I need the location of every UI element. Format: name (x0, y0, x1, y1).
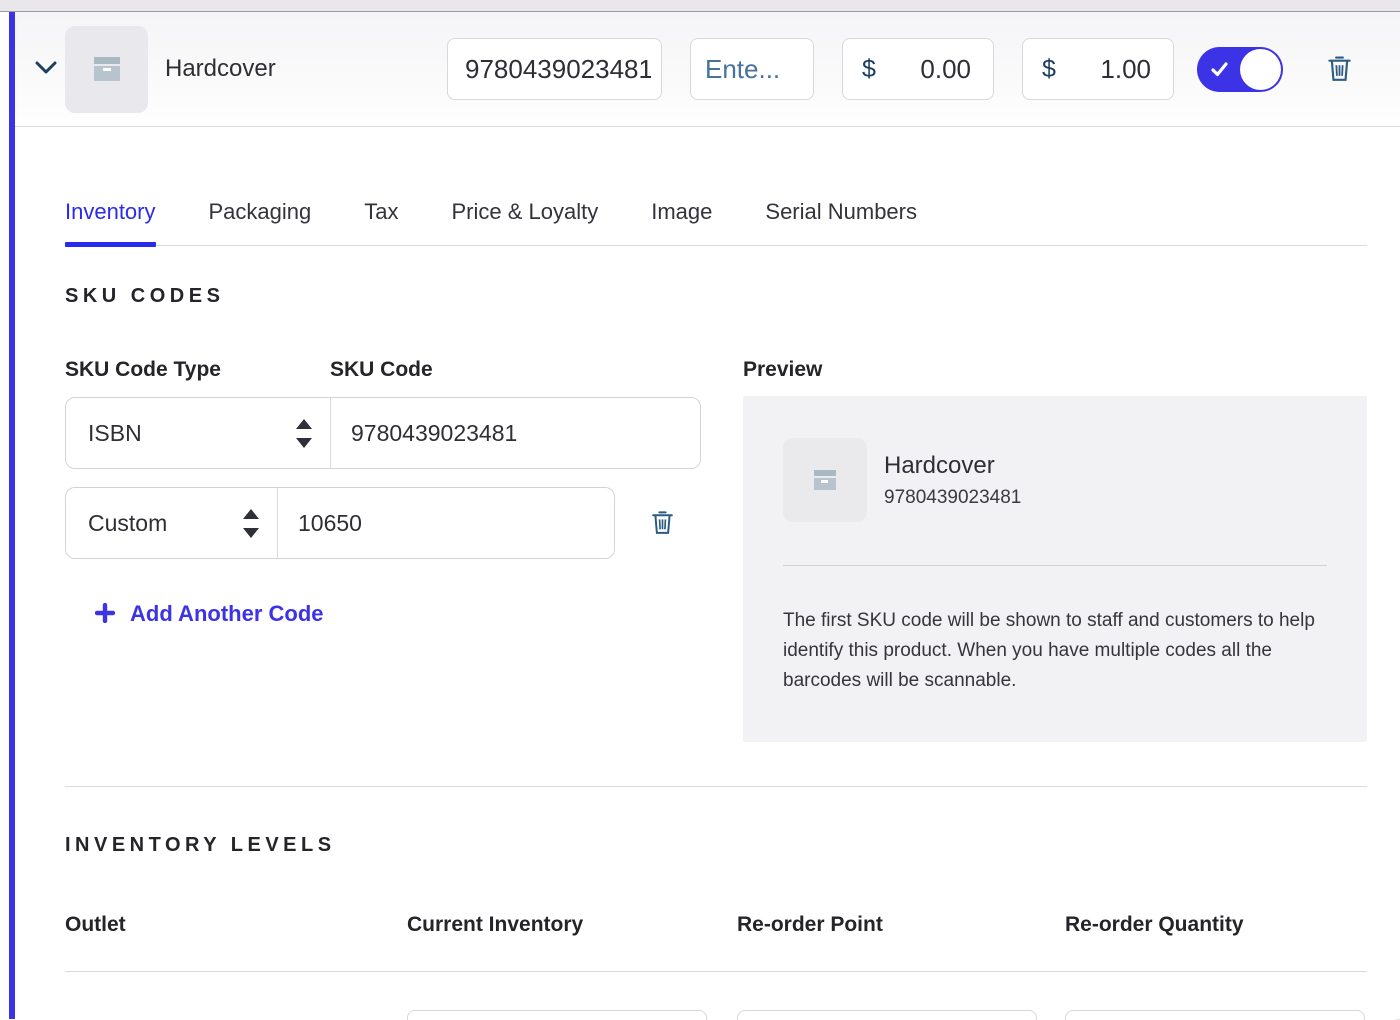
supply-price-value: 0.00 (920, 54, 971, 85)
variant-name: Hardcover (165, 55, 276, 83)
supplier-code-input[interactable] (690, 38, 814, 100)
inventory-header-divider (65, 971, 1367, 972)
product-edit-page: Hardcover $ 0.00 $ 1.00 (9, 12, 1400, 1019)
currency-symbol: $ (862, 55, 876, 84)
chevron-down-icon (35, 61, 57, 78)
plus-icon (95, 603, 115, 626)
inventory-levels-heading: INVENTORY LEVELS (65, 834, 1367, 857)
toggle-knob (1240, 49, 1281, 90)
section-divider (65, 786, 1367, 787)
sku-code-input[interactable] (331, 398, 700, 468)
variant-sku-input[interactable] (447, 38, 662, 100)
sku-codes-editor: SKU Code Type SKU Code ISBN (65, 308, 701, 742)
supply-price-input[interactable]: $ 0.00 (842, 38, 994, 100)
sku-preview-column: Preview Hardcover 9780439023481 (743, 308, 1367, 742)
retail-price-value: 1.00 (1100, 54, 1151, 85)
variant-header-row: Hardcover $ 0.00 $ 1.00 (15, 12, 1400, 127)
sku-code-input[interactable] (278, 488, 614, 558)
variant-tabs: Inventory Packaging Tax Price & Loyalty … (65, 173, 1367, 246)
collapse-variant-button[interactable] (29, 52, 63, 86)
add-another-code-button[interactable]: Add Another Code (95, 601, 324, 627)
sku-code-label: SKU Code (330, 358, 433, 382)
preview-product-title: Hardcover (884, 452, 1021, 480)
up-down-arrows-icon (296, 419, 312, 448)
sku-preview-panel: Hardcover 9780439023481 The first SKU co… (743, 396, 1367, 742)
reorder-quantity-input[interactable] (1065, 1010, 1365, 1020)
preview-description: The first SKU code will be shown to staf… (783, 606, 1327, 696)
sku-type-value: ISBN (88, 420, 142, 447)
sku-code-row: ISBN (65, 397, 701, 469)
outlet-column-header: Outlet (65, 913, 407, 937)
trash-icon (1327, 54, 1352, 85)
delete-sku-code-button[interactable] (651, 509, 674, 538)
sku-type-select[interactable]: Custom (66, 488, 278, 558)
check-icon (1210, 60, 1229, 79)
sku-code-type-label: SKU Code Type (65, 358, 330, 382)
sku-type-value: Custom (88, 510, 167, 537)
sku-code-row: Custom (65, 487, 701, 559)
window-top-strip (0, 0, 1400, 12)
up-down-arrows-icon (243, 509, 259, 538)
tab-serial-numbers[interactable]: Serial Numbers (765, 173, 917, 245)
variant-image-placeholder[interactable] (65, 26, 148, 113)
preview-divider (783, 565, 1327, 566)
delete-variant-button[interactable] (1327, 54, 1352, 85)
reorder-point-column-header: Re-order Point (737, 913, 1065, 937)
inventory-table-row: Auckland CBD Store (65, 1010, 1367, 1020)
preview-image-placeholder (783, 438, 867, 522)
preview-product-code: 9780439023481 (884, 487, 1021, 509)
trash-icon (651, 509, 674, 538)
box-icon (94, 57, 120, 81)
sku-type-select[interactable]: ISBN (66, 398, 331, 468)
sku-codes-heading: SKU CODES (65, 285, 1367, 308)
currency-symbol: $ (1042, 55, 1056, 84)
current-inventory-column-header: Current Inventory (407, 913, 737, 937)
retail-price-input[interactable]: $ 1.00 (1022, 38, 1174, 100)
add-another-code-label: Add Another Code (130, 601, 324, 627)
tab-price-loyalty[interactable]: Price & Loyalty (452, 173, 599, 245)
tab-tax[interactable]: Tax (364, 173, 398, 245)
box-icon (814, 470, 836, 490)
reorder-quantity-column-header: Re-order Quantity (1065, 913, 1367, 937)
reorder-point-input[interactable] (737, 1010, 1037, 1020)
tab-inventory[interactable]: Inventory (65, 173, 156, 245)
current-inventory-input[interactable] (407, 1010, 707, 1020)
tab-image[interactable]: Image (651, 173, 712, 245)
tab-packaging[interactable]: Packaging (209, 173, 312, 245)
inventory-table-header: Outlet Current Inventory Re-order Point … (65, 913, 1367, 937)
variant-enabled-toggle[interactable] (1197, 47, 1283, 92)
preview-heading: Preview (743, 358, 1367, 382)
